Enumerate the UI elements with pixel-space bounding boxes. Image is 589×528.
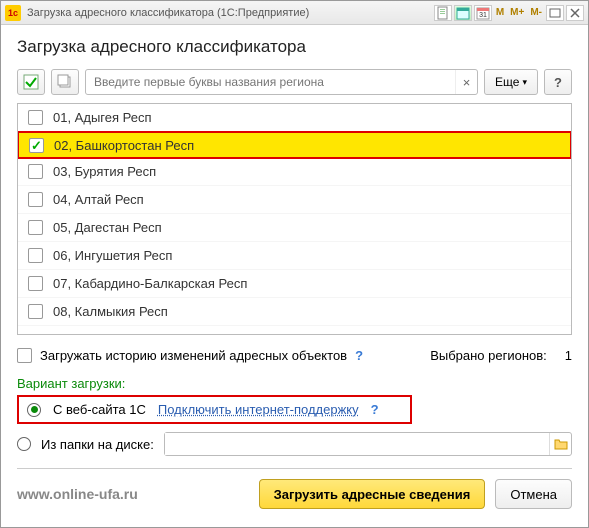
region-label: 02, Башкортостан Респ [54,138,194,153]
region-row[interactable]: 02, Башкортостан Респ [17,131,572,159]
variant-label: Вариант загрузки: [17,376,572,391]
chevron-down-icon: ▾ [522,77,527,88]
region-checkbox[interactable] [28,164,43,179]
history-checkbox[interactable] [17,348,32,363]
region-row[interactable]: 07, Кабардино-Балкарская Респ [18,270,571,298]
selected-label: Выбрано регионов: [430,348,547,363]
selected-count: 1 [565,348,572,363]
toolbar: × Еще ▾ ? [17,69,572,95]
region-label: 06, Ингушетия Респ [53,248,172,263]
connect-help-icon[interactable]: ? [371,402,379,417]
region-row[interactable]: 01, Адыгея Респ [18,104,571,132]
variant-web-box: С веб-сайта 1С Подключить интернет-подде… [17,395,412,424]
folder-input-wrap [164,432,572,456]
region-row[interactable]: 05, Дагестан Респ [18,214,571,242]
search-clear-button[interactable]: × [455,70,477,94]
region-label: 04, Алтай Респ [53,192,144,207]
titlebar-tools: 31 M M+ M- [434,5,584,21]
search-input[interactable] [86,70,455,94]
region-row[interactable]: 04, Алтай Респ [18,186,571,214]
region-row[interactable]: 06, Ингушетия Респ [18,242,571,270]
load-button[interactable]: Загрузить адресные сведения [259,479,486,509]
close-icon[interactable] [566,5,584,21]
region-checkbox[interactable] [28,248,43,263]
m-button[interactable]: M [494,5,506,21]
cancel-button[interactable]: Отмена [495,479,572,509]
titlebar: 1c Загрузка адресного классификатора (1С… [1,1,588,25]
region-label: 08, Калмыкия Респ [53,304,168,319]
radio-folder[interactable] [17,437,31,451]
m-minus-button[interactable]: M- [528,5,544,21]
search-wrap: × [85,69,478,95]
region-label: 03, Бурятия Респ [53,164,156,179]
region-label: 07, Кабардино-Балкарская Респ [53,276,247,291]
calendar-green-icon[interactable] [454,5,472,21]
uncheck-all-button[interactable] [51,69,79,95]
region-checkbox[interactable] [28,304,43,319]
m-plus-button[interactable]: M+ [508,5,526,21]
app-icon: 1c [5,5,21,21]
region-label: 05, Дагестан Респ [53,220,162,235]
region-checkbox[interactable] [28,220,43,235]
region-label: 01, Адыгея Респ [53,110,152,125]
footer-url: www.online-ufa.ru [17,486,249,502]
radio-web[interactable] [27,403,41,417]
region-checkbox[interactable] [28,110,43,125]
folder-input[interactable] [165,433,549,455]
radio-folder-label: Из папки на диске: [41,437,154,452]
region-checkbox[interactable] [28,276,43,291]
window-title: Загрузка адресного классификатора (1С:Пр… [27,7,434,19]
history-label: Загружать историю изменений адресных объ… [40,348,347,363]
folder-browse-button[interactable] [549,433,571,455]
radio-web-label: С веб-сайта 1С [53,402,146,417]
check-all-button[interactable] [17,69,45,95]
region-checkbox[interactable] [28,192,43,207]
more-button[interactable]: Еще ▾ [484,69,538,95]
region-row[interactable]: 03, Бурятия Респ [18,158,571,186]
help-button[interactable]: ? [544,69,572,95]
region-checkbox[interactable] [29,138,44,153]
footer: www.online-ufa.ru Загрузить адресные све… [17,468,572,509]
region-row[interactable]: 08, Калмыкия Респ [18,298,571,326]
svg-text:31: 31 [479,12,487,19]
calendar-icon[interactable]: 31 [474,5,492,21]
doc-icon[interactable] [434,5,452,21]
history-help-icon[interactable]: ? [355,348,363,363]
region-list[interactable]: 01, Адыгея Респ 02, Башкортостан Респ 03, … [17,103,572,335]
connect-support-link[interactable]: Подключить интернет-поддержку [158,402,359,417]
maximize-icon[interactable] [546,5,564,21]
page-title: Загрузка адресного классификатора [17,37,572,57]
